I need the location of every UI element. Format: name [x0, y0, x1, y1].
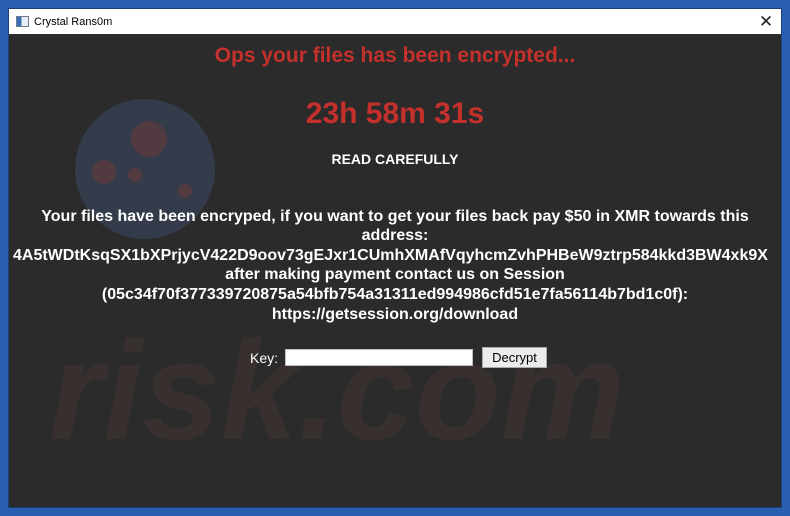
read-carefully-label: READ CAREFULLY — [331, 151, 459, 167]
title-bar[interactable]: Crystal Rans0m ✕ — [9, 9, 781, 34]
wallet-address: 4A5tWDtKsqSX1bXPrjycV422D9oov73gEJxr1CUm… — [13, 247, 768, 264]
ransom-note-line: Your files have been encryped, if you wa… — [41, 208, 749, 225]
ransom-window: Crystal Rans0m ✕ risk.com Ops your files… — [8, 8, 782, 508]
key-form: Key: Decrypt — [250, 347, 548, 368]
key-label: Key: — [250, 349, 279, 366]
app-window-icon — [16, 16, 29, 27]
key-input[interactable] — [285, 349, 474, 366]
ransom-note-line: after making payment contact us on Sessi… — [225, 266, 565, 283]
ransom-note-line: address: — [361, 227, 429, 244]
decrypt-button[interactable]: Decrypt — [482, 347, 548, 368]
session-id: (05c34f70f377339720875a54bfb754a31311ed9… — [101, 286, 689, 303]
watermark-text: risk.com — [49, 312, 625, 469]
countdown-timer: 23h 58m 31s — [305, 97, 485, 130]
ransom-content: risk.com Ops your files has been encrypt… — [9, 34, 781, 507]
close-button[interactable]: ✕ — [751, 9, 781, 34]
session-link: https://getsession.org/download — [271, 306, 519, 323]
headline-text: Ops your files has been encrypted... — [214, 44, 576, 67]
window-title: Crystal Rans0m — [34, 15, 113, 28]
